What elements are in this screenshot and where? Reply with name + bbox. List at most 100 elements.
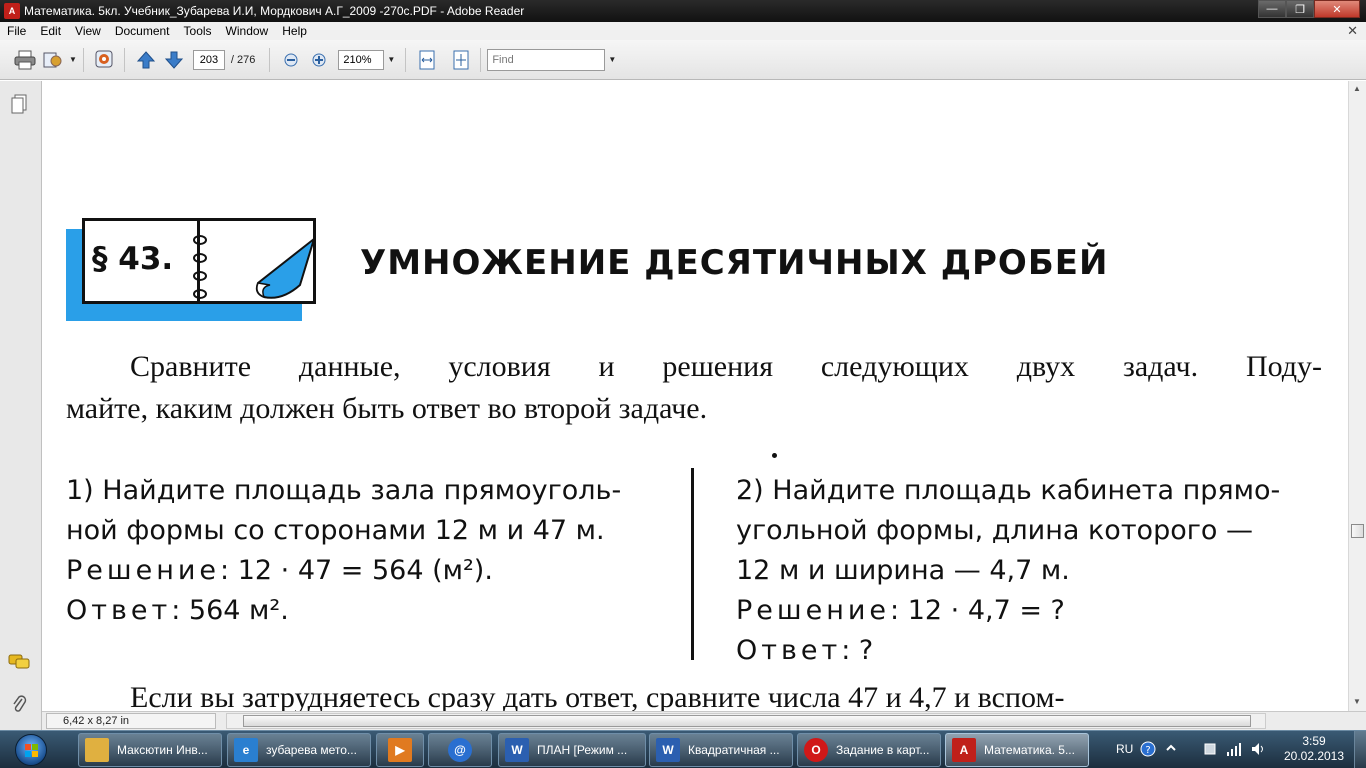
help-icon[interactable]: ?	[1140, 741, 1156, 757]
scroll-up-icon[interactable]: ▲	[1353, 84, 1361, 93]
fit-page-button[interactable]	[448, 47, 474, 73]
taskbar-item-opera[interactable]: O Задание в карт...	[797, 733, 941, 767]
attachments-icon[interactable]	[8, 693, 30, 715]
problem-text: 1) Найдите площадь зала прямоуголь-	[66, 475, 622, 506]
volume-icon[interactable]	[1250, 741, 1266, 757]
taskbar-item-browser[interactable]: @	[428, 733, 492, 767]
problem-1: 1) Найдите площадь зала прямоуголь- ной …	[66, 471, 666, 631]
taskbar-item-label: зубарева мето...	[266, 743, 357, 757]
restore-button[interactable]: ❐	[1286, 0, 1314, 18]
scroll-down-icon[interactable]: ▼	[1353, 697, 1361, 706]
clock-date: 20.02.2013	[1283, 749, 1345, 763]
toolbar-separator	[82, 47, 84, 72]
problem-2: 2) Найдите площадь кабинета прямо- уголь…	[736, 471, 1326, 671]
menu-window[interactable]: Window	[219, 24, 276, 38]
collaborate-button[interactable]	[92, 47, 118, 73]
problem-text: 2) Найдите площадь кабинета прямо-	[736, 475, 1281, 506]
document-page: § 43. УМНОЖЕНИЕ ДЕСЯТИЧНЫХ ДРОБЕЙ Сравни…	[42, 81, 1348, 711]
menu-document[interactable]: Document	[108, 24, 177, 38]
show-hidden-icons-icon[interactable]	[1164, 741, 1180, 757]
solution-label: Решение	[736, 595, 891, 626]
folder-icon	[85, 738, 109, 762]
zoom-out-button[interactable]	[278, 47, 304, 73]
browser-globe-icon: @	[448, 738, 472, 762]
taskbar-item-media-player[interactable]: ▶	[376, 733, 424, 767]
taskbar-item-ie[interactable]: e зубарева мето...	[227, 733, 371, 767]
menu-tools[interactable]: Tools	[177, 24, 219, 38]
print-button[interactable]	[12, 47, 38, 73]
intro-line: Сравните данные, условия и решения следу…	[130, 350, 1322, 383]
fit-width-button[interactable]	[414, 47, 440, 73]
problem-text: 12 м и ширина — 4,7 м.	[736, 555, 1070, 586]
taskbar-item-word-plan[interactable]: W ПЛАН [Режим ...	[498, 733, 646, 767]
window-controls: — ❐ ✕	[1258, 0, 1360, 18]
menu-help[interactable]: Help	[275, 24, 314, 38]
language-indicator[interactable]: RU	[1116, 742, 1133, 756]
network-signal-icon[interactable]	[1226, 741, 1242, 757]
solution-line: Решение: 12 · 4,7 = ?	[736, 591, 1326, 631]
zoom-level-input[interactable]: 210%	[338, 49, 385, 70]
windows-logo-icon	[15, 734, 47, 766]
dot-mark	[772, 453, 777, 458]
share-button[interactable]	[40, 47, 66, 73]
vertical-scrollbar[interactable]: ▲ ▼	[1348, 81, 1366, 711]
solution-label: Решение	[66, 555, 221, 586]
chevron-down-icon[interactable]: ▼	[608, 55, 616, 64]
close-button[interactable]: ✕	[1314, 0, 1360, 18]
minimize-button[interactable]: —	[1258, 0, 1286, 18]
section-title: УМНОЖЕНИЕ ДЕСЯТИЧНЫХ ДРОБЕЙ	[360, 243, 1109, 283]
find-input[interactable]: Find	[487, 48, 606, 71]
menu-file[interactable]: File	[0, 24, 33, 38]
svg-text:?: ?	[1145, 745, 1150, 756]
system-tray: RU ? 3:59 20.02.2013	[1110, 731, 1366, 768]
solution-value: : 12 · 47 = 564 (м²).	[220, 555, 493, 586]
toolbar-separator	[480, 47, 482, 72]
solution-line: Решение: 12 · 47 = 564 (м²).	[66, 551, 666, 591]
taskbar-item-label: Максютин Инв...	[117, 743, 208, 757]
toolbar-separator	[269, 47, 271, 72]
scrollbar-thumb[interactable]	[1351, 524, 1364, 538]
chevron-down-icon[interactable]: ▼	[387, 55, 395, 64]
notebook-rings-icon	[193, 235, 316, 299]
answer-label: Ответ	[736, 635, 842, 666]
taskbar-item-word-quadratic[interactable]: W Квадратичная ...	[649, 733, 793, 767]
show-desktop-button[interactable]	[1354, 731, 1366, 768]
taskbar-item-label: Задание в карт...	[836, 743, 930, 757]
intro-paragraph: Сравните данные, условия и решения следу…	[66, 346, 1322, 430]
navigation-pane	[0, 81, 42, 732]
answer-line: Ответ: ?	[736, 631, 1326, 671]
page-number-input[interactable]: 203	[192, 49, 225, 70]
solution-value: : 12 · 4,7 = ?	[890, 595, 1065, 626]
page-size-readout: 6,42 x 8,27 in	[46, 713, 216, 729]
clock[interactable]: 3:59 20.02.2013	[1282, 734, 1346, 764]
menu-edit[interactable]: Edit	[33, 24, 68, 38]
opera-icon: O	[804, 738, 828, 762]
taskbar-item-explorer[interactable]: Максютин Инв...	[78, 733, 222, 767]
menu-view[interactable]: View	[68, 24, 108, 38]
comments-icon[interactable]	[8, 651, 30, 673]
scrollbar-thumb[interactable]	[243, 715, 1251, 727]
toolbar-separator	[405, 47, 407, 72]
taskbar-item-label: Математика. 5...	[984, 743, 1075, 757]
taskbar-item-label: ПЛАН [Режим ...	[537, 743, 628, 757]
next-page-button[interactable]	[161, 47, 187, 73]
problem-text: ной формы со сторонами 12 м и 47 м.	[66, 515, 605, 546]
adobe-reader-icon: A	[4, 3, 20, 19]
start-button[interactable]	[4, 732, 58, 768]
media-player-icon: ▶	[388, 738, 412, 762]
pages-icon[interactable]	[8, 93, 30, 115]
taskbar-item-adobe-reader[interactable]: A Математика. 5...	[945, 733, 1089, 767]
answer-line: Ответ: 564 м².	[66, 591, 666, 631]
window-title: Математика. 5кл. Учебник_Зубарева И.И, М…	[24, 4, 525, 18]
answer-value: : 564 м².	[171, 595, 289, 626]
close-document-icon[interactable]: ✕	[1347, 23, 1358, 39]
toolbar: ▼ 203 / 276 210% ▼ Find ▼	[0, 40, 1366, 80]
device-icon[interactable]	[1202, 741, 1218, 757]
zoom-in-button[interactable]	[306, 47, 332, 73]
title-bar: A Математика. 5кл. Учебник_Зубарева И.И,…	[0, 0, 1366, 22]
pdf-icon: A	[952, 738, 976, 762]
chevron-down-icon[interactable]: ▼	[69, 55, 77, 64]
answer-value: : ?	[841, 635, 874, 666]
horizontal-scrollbar[interactable]	[226, 713, 1266, 729]
previous-page-button[interactable]	[133, 47, 159, 73]
